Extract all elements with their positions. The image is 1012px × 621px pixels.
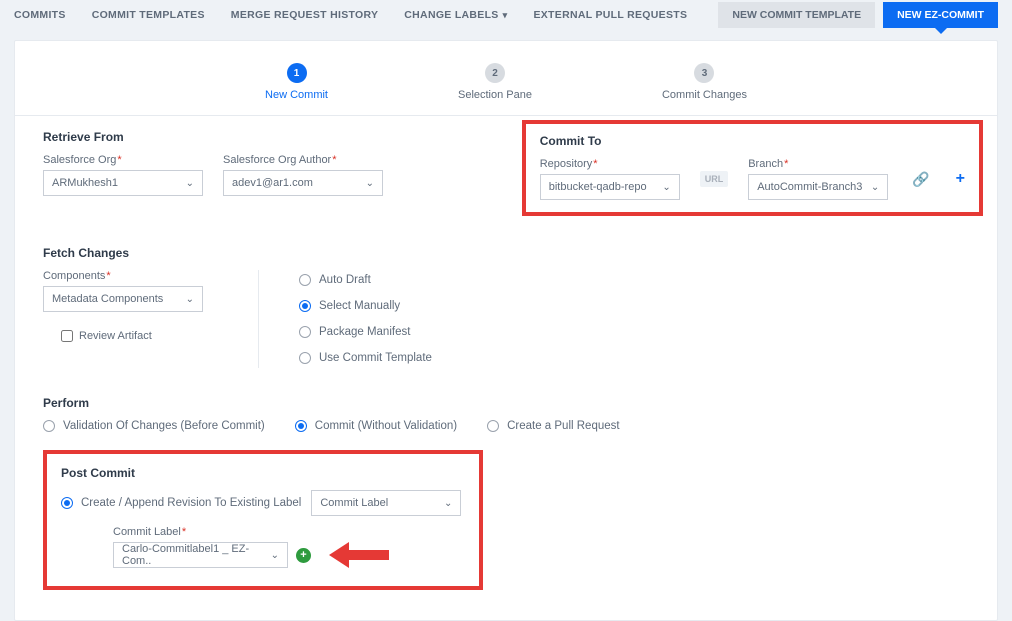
fetch-changes-title: Fetch Changes xyxy=(43,246,969,260)
tab-commits[interactable]: COMMITS xyxy=(14,9,66,21)
commit-label-select[interactable]: Carlo-Commitlabel1 _ EZ-Com.. ⌄ xyxy=(113,542,288,568)
annotation-arrow xyxy=(329,545,389,565)
step-commit-changes[interactable]: 3 Commit Changes xyxy=(662,63,747,101)
radio-label: Auto Draft xyxy=(319,274,371,286)
salesforce-org-label: Salesforce Org xyxy=(43,154,203,166)
repository-value: bitbucket-qadb-repo xyxy=(549,181,647,193)
components-label: Components xyxy=(43,270,218,282)
fetch-option-select-manually[interactable]: Select Manually xyxy=(299,300,432,312)
step-label: New Commit xyxy=(265,89,328,101)
step-selection-pane[interactable]: 2 Selection Pane xyxy=(458,63,532,101)
radio-label: Validation Of Changes (Before Commit) xyxy=(63,420,265,432)
chevron-down-icon: ⌄ xyxy=(871,182,879,193)
label-type-value: Commit Label xyxy=(320,497,388,509)
review-artifact-checkbox[interactable]: Review Artifact xyxy=(43,330,218,342)
radio-label: Use Commit Template xyxy=(319,352,432,364)
repository-label: Repository xyxy=(540,158,680,170)
fetch-option-package-manifest[interactable]: Package Manifest xyxy=(299,326,432,338)
radio-label: Commit (Without Validation) xyxy=(315,420,457,432)
branch-select[interactable]: AutoCommit-Branch3 ⌄ xyxy=(748,174,888,200)
radio-icon xyxy=(299,352,311,364)
radio-icon xyxy=(299,326,311,338)
salesforce-org-value: ARMukhesh1 xyxy=(52,177,118,189)
label-type-select[interactable]: Commit Label ⌄ xyxy=(311,490,461,516)
tab-change-labels-label: CHANGE LABELS xyxy=(404,9,498,21)
components-select[interactable]: Metadata Components ⌄ xyxy=(43,286,203,312)
new-ez-commit-button[interactable]: NEW EZ-COMMIT xyxy=(883,2,998,28)
fetch-option-use-commit-template[interactable]: Use Commit Template xyxy=(299,352,432,364)
chevron-down-icon: ⌄ xyxy=(366,178,374,189)
perform-title: Perform xyxy=(43,396,969,410)
commit-to-title: Commit To xyxy=(540,134,965,148)
salesforce-org-author-select[interactable]: adev1@ar1.com ⌄ xyxy=(223,170,383,196)
chevron-down-icon: ⌄ xyxy=(271,550,279,561)
review-artifact-label: Review Artifact xyxy=(79,330,152,342)
radio-icon xyxy=(295,420,307,432)
add-commit-label-button[interactable]: + xyxy=(296,548,311,563)
add-branch-button[interactable]: + xyxy=(956,170,965,188)
radio-label: Create a Pull Request xyxy=(507,420,620,432)
tab-change-labels[interactable]: CHANGE LABELS ▾ xyxy=(404,9,507,21)
chevron-down-icon: ⌄ xyxy=(444,498,452,509)
perform-option-create-pull-request[interactable]: Create a Pull Request xyxy=(487,420,620,432)
perform-option-commit-without-validation[interactable]: Commit (Without Validation) xyxy=(295,420,457,432)
step-number: 2 xyxy=(485,63,505,83)
step-label: Selection Pane xyxy=(458,89,532,101)
post-commit-title: Post Commit xyxy=(61,466,465,480)
post-commit-append-option[interactable]: Create / Append Revision To Existing Lab… xyxy=(61,497,301,509)
fetch-option-auto-draft[interactable]: Auto Draft xyxy=(299,274,432,286)
branch-label: Branch xyxy=(748,158,888,170)
repository-select[interactable]: bitbucket-qadb-repo ⌄ xyxy=(540,174,680,200)
salesforce-org-select[interactable]: ARMukhesh1 ⌄ xyxy=(43,170,203,196)
retrieve-from-title: Retrieve From xyxy=(43,130,476,144)
salesforce-org-author-value: adev1@ar1.com xyxy=(232,177,313,189)
tab-commit-templates[interactable]: COMMIT TEMPLATES xyxy=(92,9,205,21)
step-new-commit[interactable]: 1 New Commit xyxy=(265,63,328,101)
radio-label: Package Manifest xyxy=(319,326,410,338)
chevron-down-icon: ⌄ xyxy=(186,294,194,305)
radio-icon xyxy=(299,274,311,286)
radio-icon xyxy=(299,300,311,312)
perform-option-validate[interactable]: Validation Of Changes (Before Commit) xyxy=(43,420,265,432)
tab-external-pull-requests[interactable]: EXTERNAL PULL REQUESTS xyxy=(533,9,687,21)
commit-label-label: Commit Label xyxy=(113,526,465,538)
radio-icon xyxy=(487,420,499,432)
radio-label: Create / Append Revision To Existing Lab… xyxy=(81,497,301,509)
link-icon: 🔗 xyxy=(912,171,929,188)
new-commit-template-button[interactable]: NEW COMMIT TEMPLATE xyxy=(718,2,875,28)
vertical-divider xyxy=(258,270,259,368)
url-chip[interactable]: URL xyxy=(700,171,729,187)
commit-to-highlight-box: Commit To Repository bitbucket-qadb-repo… xyxy=(522,120,983,216)
radio-icon xyxy=(43,420,55,432)
branch-value: AutoCommit-Branch3 xyxy=(757,181,862,193)
radio-icon xyxy=(61,497,73,509)
chevron-down-icon: ⌄ xyxy=(662,182,670,193)
salesforce-org-author-label: Salesforce Org Author xyxy=(223,154,383,166)
tab-merge-request-history[interactable]: MERGE REQUEST HISTORY xyxy=(231,9,379,21)
step-label: Commit Changes xyxy=(662,89,747,101)
review-artifact-input[interactable] xyxy=(61,330,73,342)
components-value: Metadata Components xyxy=(52,293,163,305)
step-number: 3 xyxy=(694,63,714,83)
commit-label-value: Carlo-Commitlabel1 _ EZ-Com.. xyxy=(122,543,265,567)
step-number: 1 xyxy=(287,63,307,83)
chevron-down-icon: ▾ xyxy=(503,10,508,21)
chevron-down-icon: ⌄ xyxy=(186,178,194,189)
wizard-stepper: 1 New Commit 2 Selection Pane 3 Commit C… xyxy=(15,41,997,116)
post-commit-highlight-box: Post Commit Create / Append Revision To … xyxy=(43,450,483,590)
radio-label: Select Manually xyxy=(319,300,400,312)
